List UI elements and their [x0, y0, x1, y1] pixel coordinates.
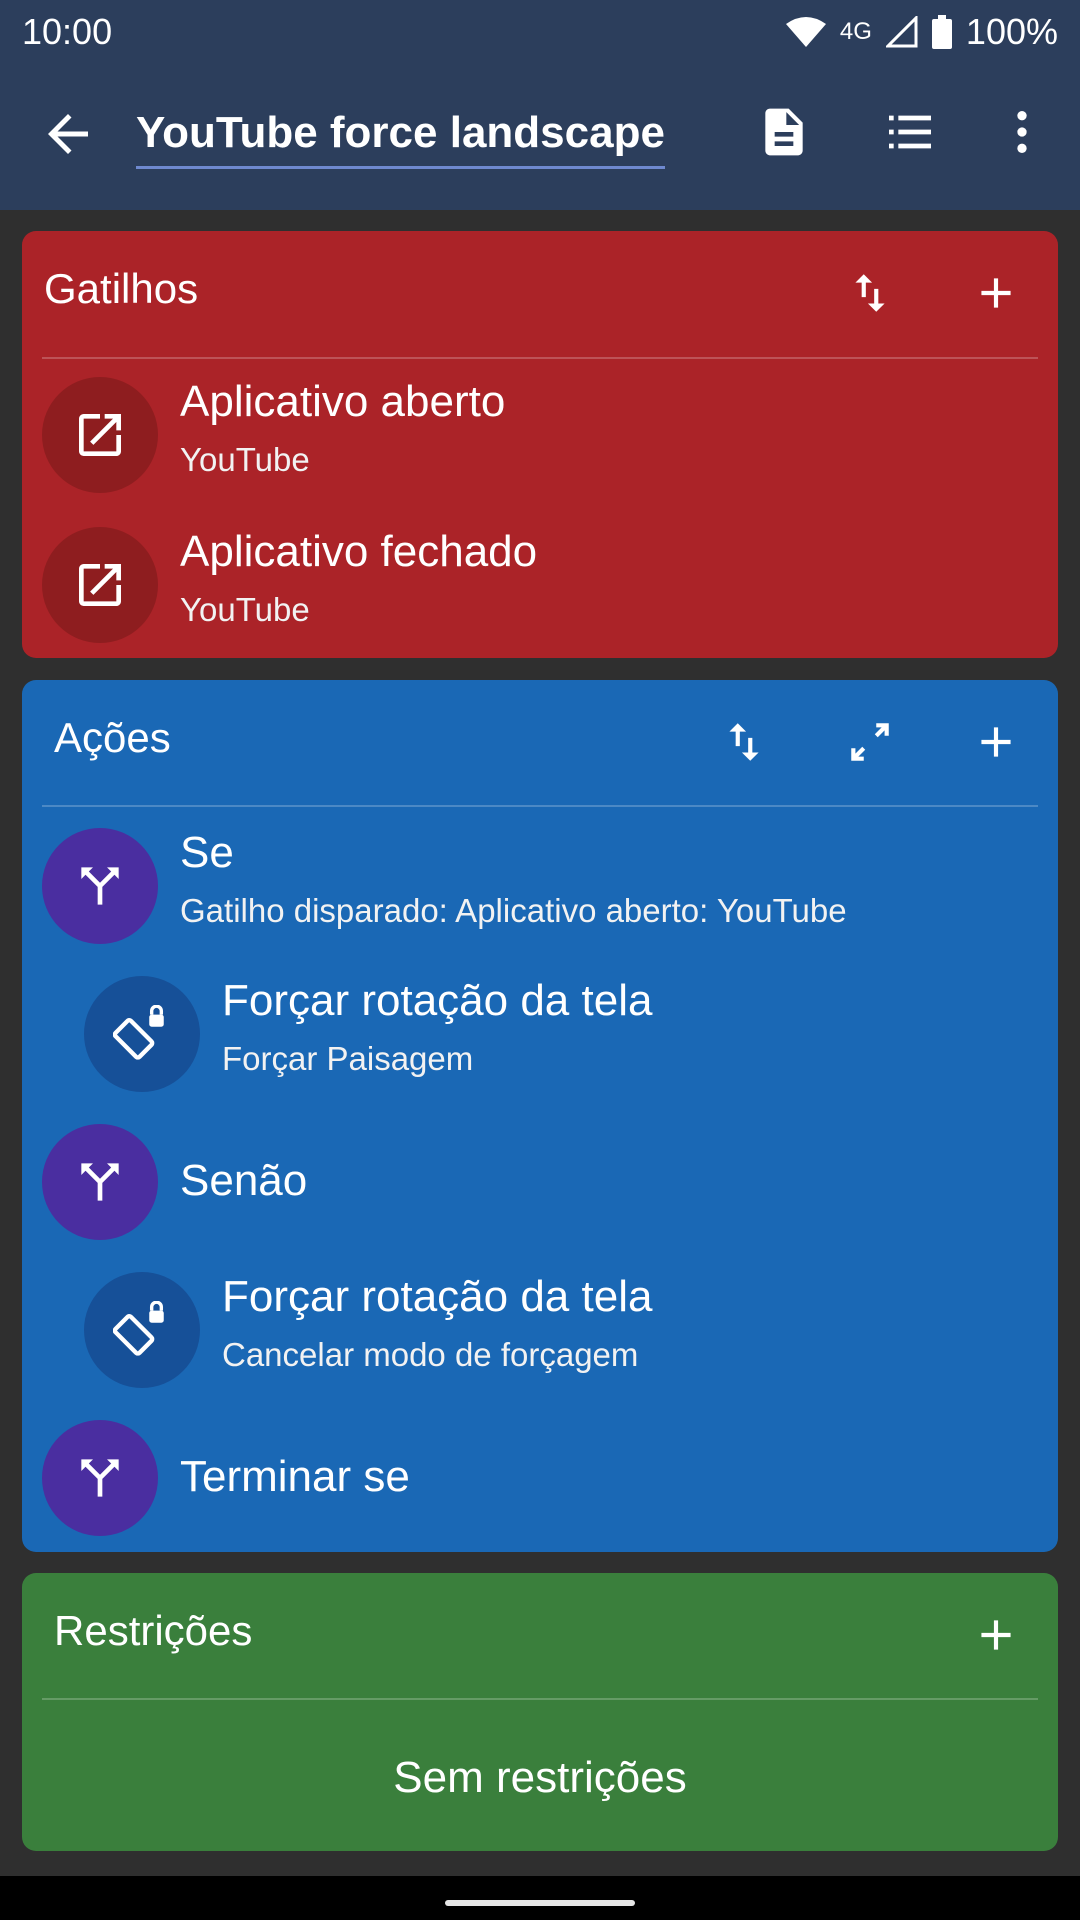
branch-icon — [81, 1163, 119, 1201]
else-icon-badge — [42, 1124, 158, 1240]
network-type: 4G — [839, 18, 872, 45]
add-icon — [981, 278, 1011, 308]
end-if-icon-badge — [42, 1420, 158, 1536]
wifi-icon — [785, 17, 826, 47]
actions-header: Ações — [22, 680, 1058, 806]
more-options-button[interactable] — [992, 102, 1052, 162]
add-constraint-button[interactable] — [964, 1603, 1028, 1667]
branch-icon — [81, 867, 119, 905]
triggers-card: Gatilhos Aplicativo aberto YouTube Aplic… — [22, 231, 1058, 658]
back-button[interactable] — [38, 104, 98, 164]
screen-lock-rotation-icon — [113, 1005, 164, 1060]
action-subtitle: Gatilho disparado: Aplicativo aberto: Yo… — [180, 892, 847, 929]
arrow-back-icon — [48, 114, 88, 154]
triggers-header: Gatilhos — [22, 231, 1058, 357]
action-item-force-rotation[interactable]: Forçar rotação da tela Cancelar modo de … — [22, 1272, 1058, 1388]
status-icons: 4G 100% — [785, 11, 1058, 53]
actions-title: Ações — [54, 714, 171, 761]
rotation-icon-badge — [84, 1272, 200, 1388]
action-title: Forçar rotação da tela — [222, 1272, 653, 1321]
action-title: Se — [180, 828, 234, 877]
open-in-new-icon — [79, 564, 121, 606]
macro-name-field[interactable]: YouTube force landscape — [136, 108, 665, 169]
constraints-header: Restrições — [22, 1573, 1058, 1699]
trigger-subtitle: YouTube — [180, 591, 310, 628]
trigger-title: Aplicativo fechado — [180, 527, 538, 576]
reorder-triggers-button[interactable] — [838, 261, 902, 325]
add-action-button[interactable] — [964, 710, 1028, 774]
action-title: Senão — [180, 1156, 308, 1205]
if-icon-badge — [42, 828, 158, 944]
list-view-button[interactable] — [880, 102, 940, 162]
action-item-force-rotation[interactable]: Forçar rotação da tela Forçar Paisagem — [22, 976, 1058, 1092]
description-button[interactable] — [754, 102, 814, 162]
list-icon — [889, 115, 931, 149]
actions-divider — [42, 805, 1038, 807]
document-icon — [765, 108, 803, 156]
battery-icon — [931, 15, 952, 49]
app-bar: YouTube force landscape — [0, 64, 1080, 210]
action-item-else[interactable]: Senão — [22, 1124, 1058, 1240]
status-bar: 10:00 4G 100% — [0, 0, 1080, 64]
expand-icon — [851, 723, 889, 761]
actions-card: Ações Se Gatilho disparado: Aplicativo a… — [22, 680, 1058, 1552]
trigger-subtitle: YouTube — [180, 441, 310, 478]
home-gesture-handle[interactable] — [445, 1900, 635, 1906]
trigger-title: Aplicativo aberto — [180, 377, 506, 426]
reorder-actions-button[interactable] — [712, 710, 776, 774]
no-constraints-text: Sem restrições — [393, 1753, 687, 1802]
app-launch-icon-badge — [42, 527, 158, 643]
trigger-item[interactable]: Aplicativo fechado YouTube — [22, 527, 1058, 657]
add-icon — [981, 1620, 1011, 1650]
action-item-end-if[interactable]: Terminar se — [22, 1420, 1058, 1536]
action-title: Terminar se — [180, 1452, 410, 1501]
status-time: 10:00 — [22, 11, 113, 52]
battery-level: 100% — [965, 11, 1058, 52]
navigation-bar — [0, 1876, 1080, 1920]
constraints-title: Restrições — [54, 1607, 253, 1654]
triggers-divider — [42, 357, 1038, 359]
open-in-new-icon — [79, 414, 121, 456]
add-trigger-button[interactable] — [964, 261, 1028, 325]
action-title: Forçar rotação da tela — [222, 976, 653, 1025]
swap-vert-icon — [855, 274, 885, 312]
swap-vert-icon — [729, 723, 759, 761]
triggers-title: Gatilhos — [44, 265, 199, 312]
screen-lock-rotation-icon — [113, 1301, 164, 1356]
action-item-if[interactable]: Se Gatilho disparado: Aplicativo aberto:… — [22, 828, 1058, 944]
branch-icon — [81, 1459, 119, 1497]
action-subtitle: Forçar Paisagem — [222, 1040, 474, 1077]
rotation-icon-badge — [84, 976, 200, 1092]
trigger-item[interactable]: Aplicativo aberto YouTube — [22, 377, 1058, 507]
app-launch-icon-badge — [42, 377, 158, 493]
more-vert-icon — [1017, 111, 1027, 153]
signal-icon — [885, 16, 918, 48]
action-subtitle: Cancelar modo de forçagem — [222, 1336, 639, 1373]
expand-actions-button[interactable] — [838, 710, 902, 774]
constraints-card: Restrições Sem restrições — [22, 1573, 1058, 1851]
add-icon — [981, 727, 1011, 757]
constraints-divider — [42, 1698, 1038, 1700]
